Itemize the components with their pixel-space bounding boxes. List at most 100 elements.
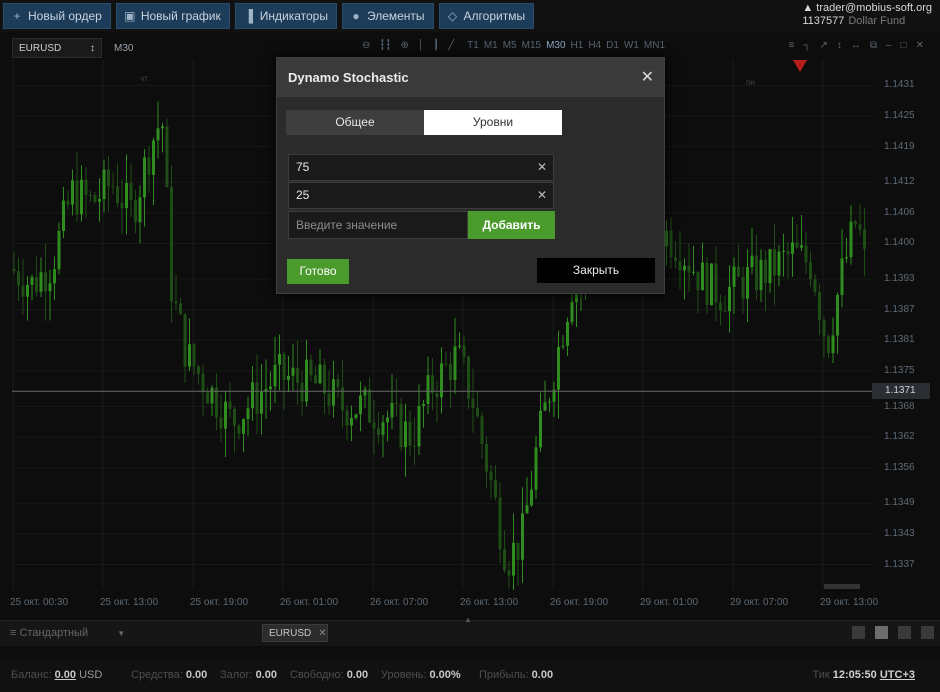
indicators-button[interactable]: ▐ Индикаторы: [234, 3, 337, 29]
close-button[interactable]: Закрыть: [537, 258, 655, 283]
candle-body: [102, 169, 106, 200]
single-layout-button[interactable]: [852, 626, 865, 639]
elements-label: Элементы: [366, 9, 425, 23]
layout-select[interactable]: ≡ Стандартный ▼: [10, 627, 125, 639]
timeframe-m1[interactable]: M1: [484, 40, 498, 51]
diagonal-icon[interactable]: ↗: [819, 40, 827, 51]
tab-general[interactable]: Общее: [286, 110, 424, 135]
candle-body: [44, 272, 47, 292]
timeframe-m5[interactable]: M5: [503, 40, 517, 51]
level-item[interactable]: 75 ✕: [288, 154, 554, 181]
timeframe-mn1[interactable]: MN1: [644, 40, 665, 51]
timeframe-m15[interactable]: M15: [522, 40, 541, 51]
candle-body: [179, 303, 182, 314]
trading-app: + Новый ордер ▣ Новый график ▐ Индикатор…: [0, 0, 940, 692]
remove-level-icon[interactable]: ✕: [537, 183, 547, 208]
timeframe-w1[interactable]: W1: [624, 40, 639, 51]
line-tool-icon[interactable]: ╱: [448, 40, 454, 51]
vertical-arrows-icon[interactable]: ↕: [837, 40, 842, 51]
zoom-in-icon[interactable]: ⊕: [400, 40, 408, 51]
timezone-link[interactable]: UTC+3: [880, 669, 915, 681]
time-axis[interactable]: 25 окт. 00:30 25 окт. 13:00 25 окт. 19:00 2…: [10, 597, 890, 611]
candle-body: [30, 277, 34, 285]
symbol-select[interactable]: EURUSD ↕: [12, 38, 102, 58]
candle-body: [557, 346, 560, 390]
candle-body: [665, 230, 668, 247]
candle-body: [269, 386, 272, 390]
dialog-header: Dynamo Stochastic ✕: [277, 58, 664, 97]
symbol-tab[interactable]: EURUSD ✕: [262, 624, 328, 642]
vertical-split-button[interactable]: [898, 626, 911, 639]
candle-body: [390, 403, 394, 418]
price-tick-label: 1.1337: [884, 558, 915, 570]
menu-icon: ≡: [10, 627, 17, 639]
session-marker-icon: [793, 60, 807, 72]
new-chart-button[interactable]: ▣ Новый график: [115, 3, 230, 29]
candle-tool-icon[interactable]: │: [418, 40, 424, 51]
candle-body: [669, 230, 673, 258]
level-item[interactable]: 25 ✕: [288, 182, 554, 209]
tab-levels[interactable]: Уровни: [424, 110, 562, 135]
candle-body: [300, 382, 304, 402]
algorithms-button[interactable]: ◇ Алгоритмы: [438, 3, 535, 29]
new-order-button[interactable]: + Новый ордер: [3, 3, 111, 29]
chart-toolbar: EURUSD ↕ M30 ⊖ ┇┇ ⊕ │ ┃ ╱ T1 M1 M5 M15 M30 H1…: [12, 37, 932, 59]
time-tick-label: 26 окт. 07:00: [370, 597, 429, 608]
elements-button[interactable]: ● Элементы: [341, 3, 434, 29]
candle-body: [570, 301, 574, 322]
candle-body: [485, 443, 488, 472]
collapse-icon[interactable]: ▲: [464, 615, 472, 624]
candle-body: [534, 447, 538, 490]
draw-line-icon[interactable]: ┐: [803, 40, 810, 51]
horizontal-arrows-icon[interactable]: ↔: [851, 40, 861, 51]
free-value: 0.00: [346, 669, 369, 681]
minimize-icon[interactable]: ‒: [886, 40, 892, 51]
candle-body: [480, 416, 484, 444]
candle-body: [728, 286, 731, 312]
bars-tool-icon[interactable]: ┃: [433, 40, 439, 51]
day-marker-label: пн: [746, 78, 755, 87]
price-tick-label: 1.1375: [884, 364, 915, 376]
popout-icon[interactable]: ⧉: [870, 40, 877, 51]
zoom-out-icon[interactable]: ⊖: [362, 40, 370, 51]
funds-value: 0.00: [185, 669, 208, 681]
candle-body: [273, 364, 277, 387]
zoom-slider[interactable]: ┇┇: [379, 40, 391, 51]
timeframe-h1[interactable]: H1: [571, 40, 584, 51]
chart-scrollbar[interactable]: [824, 584, 860, 589]
settings-icon[interactable]: ≡: [789, 40, 795, 51]
candle-body: [233, 409, 236, 426]
time-tick-label: 26 окт. 13:00: [460, 597, 519, 608]
add-level-button[interactable]: Добавить: [468, 211, 555, 239]
price-tick-label: 1.1381: [884, 334, 915, 346]
candle-body: [804, 245, 808, 263]
candle-body: [426, 375, 430, 404]
account-info[interactable]: ▲ trader@mobius-soft.org 1137577 Dollar F…: [802, 2, 932, 28]
current-timeframe: M30: [114, 42, 134, 54]
candle-body: [453, 346, 457, 380]
close-chart-icon[interactable]: ✕: [916, 40, 924, 51]
funds-label: Средства:: [131, 669, 183, 681]
timeframe-m30[interactable]: M30: [546, 40, 565, 51]
candle-body: [143, 157, 146, 198]
candle-body: [791, 242, 794, 254]
horizontal-split-button[interactable]: [921, 626, 934, 639]
candle-body: [134, 200, 137, 223]
remove-level-icon[interactable]: ✕: [537, 155, 547, 180]
candle-body: [782, 250, 785, 252]
close-tab-icon[interactable]: ✕: [318, 628, 326, 639]
timeframe-d1[interactable]: D1: [606, 40, 619, 51]
profit-value: 0.00: [531, 669, 554, 681]
maximize-icon[interactable]: □: [901, 40, 907, 51]
close-icon[interactable]: ✕: [641, 67, 654, 87]
candle-body: [395, 403, 398, 405]
done-button[interactable]: Готово: [287, 259, 349, 284]
candle-body: [98, 199, 101, 202]
timeframe-h4[interactable]: H4: [588, 40, 601, 51]
new-level-input[interactable]: [288, 211, 468, 239]
timeframe-t1[interactable]: T1: [467, 40, 479, 51]
price-axis[interactable]: 1.1431 1.1425 1.1419 1.1412 1.1406 1.1400 1.13…: [872, 60, 932, 590]
quad-layout-button[interactable]: [875, 626, 888, 639]
candle-body: [251, 382, 254, 409]
free-status: Свободно: 0.00: [290, 669, 368, 681]
